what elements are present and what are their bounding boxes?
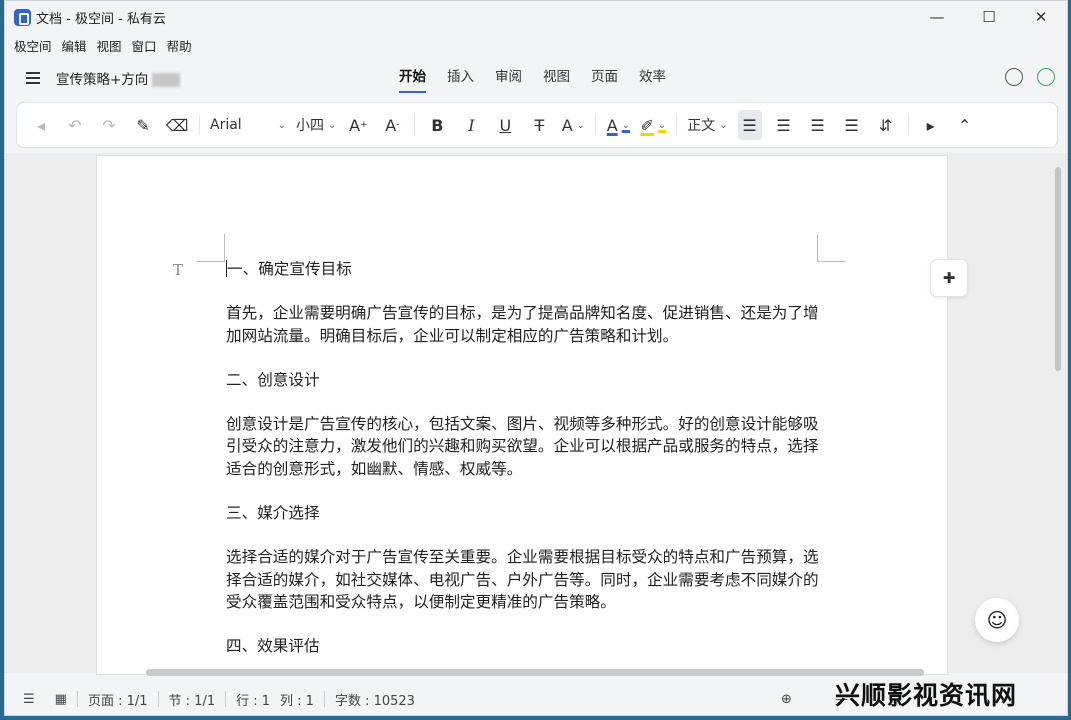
menu-item[interactable]: 极空间 — [14, 36, 52, 55]
redo-icon[interactable]: ↷ — [97, 110, 121, 140]
tab-efficiency[interactable]: 效率 — [639, 57, 666, 99]
vertical-scrollbar[interactable] — [1055, 167, 1061, 371]
align-left-icon[interactable]: ☰ — [737, 110, 762, 140]
document-canvas: T 一、确定宣传目标 首先，企业需要明确广告宣传的目标，是为了提高品牌知名度、促… — [5, 153, 1067, 676]
app-icon — [14, 8, 31, 26]
font-color-icon[interactable]: A ⌄ — [606, 110, 630, 140]
text-style-icon[interactable]: T — [173, 261, 183, 279]
heading-1: 一、确定宣传目标 — [227, 260, 352, 278]
menu-item[interactable]: 窗口 — [132, 36, 157, 55]
line-spacing-icon[interactable]: ⇵ — [874, 110, 898, 140]
font-family-select[interactable]: Arial ⌄ — [210, 110, 286, 140]
divider — [199, 115, 200, 135]
add-comment-icon[interactable]: ✚ — [930, 259, 968, 297]
column-indicator: 列 : 1 — [280, 693, 314, 709]
paragraph-style-select[interactable]: 正文 ⌄ — [687, 110, 727, 140]
tab-page[interactable]: 页面 — [591, 57, 618, 99]
format-painter-icon[interactable]: ✎ — [131, 110, 155, 140]
margin-marker — [197, 234, 225, 262]
chevron-down-icon: ⌄ — [277, 119, 286, 131]
minimize-button[interactable]: — — [911, 1, 963, 33]
align-center-icon[interactable]: ☰ — [772, 110, 796, 140]
redacted-text — [152, 73, 181, 87]
font-grow-icon[interactable]: A + — [346, 110, 370, 140]
tab-insert[interactable]: 插入 — [447, 57, 474, 99]
collapse-toolbar-icon[interactable]: ⌃ — [953, 110, 977, 140]
menu-item[interactable]: 编辑 — [62, 36, 87, 55]
title-bar: 文档 - 极空间 - 私有云 — ☐ ✕ — [5, 1, 1067, 33]
outline-icon[interactable]: ☰ — [23, 692, 35, 707]
heading-3: 三、媒介选择 — [226, 504, 320, 523]
font-shrink-icon[interactable]: A- — [380, 110, 404, 140]
maximize-button[interactable]: ☐ — [963, 1, 1015, 33]
assistant-icon[interactable] — [1005, 68, 1023, 86]
document-name[interactable]: 宣传策略+方向 — [56, 68, 181, 88]
divider — [595, 115, 597, 135]
word-count-icon[interactable]: ▦ — [55, 692, 67, 707]
menu-bar: 极空间 编辑 视图 窗口 帮助 — [5, 33, 1067, 57]
clear-format-icon[interactable]: ⌫ — [165, 110, 189, 140]
document-header: 宣传策略+方向 开始 插入 审阅 视图 页面 效率 — [5, 57, 1067, 99]
page-indicator: 页面 : 1/1 — [87, 693, 148, 709]
highlight-icon[interactable]: ✐ ⌄ — [640, 110, 666, 140]
ribbon-tabs: 开始 插入 审阅 视图 页面 效率 — [399, 57, 687, 99]
divider — [907, 115, 909, 135]
menu-icon[interactable] — [26, 72, 40, 84]
tab-start[interactable]: 开始 — [399, 57, 426, 99]
font-size-select[interactable]: 小四 ⌄ — [296, 110, 336, 140]
divider — [414, 115, 416, 135]
document-body[interactable]: 一、确定宣传目标 首先，企业需要明确广告宣传的目标，是为了提高品牌知名度、促进销… — [226, 258, 826, 680]
paragraph-2: 创意设计是广告宣传的核心，包括文案、图片、视频等多种形式。好的创意设计能够吸引受… — [226, 415, 819, 478]
globe-icon[interactable]: ⊕ — [781, 692, 792, 707]
scroll-right-icon[interactable]: ▸ — [919, 110, 943, 140]
watermark-text: 兴顺影视资讯网 — [835, 681, 1018, 710]
section-indicator: 节 : 1/1 — [168, 693, 216, 709]
document-page[interactable]: T 一、确定宣传目标 首先，企业需要明确广告宣传的目标，是为了提高品牌知名度、促… — [96, 155, 948, 675]
menu-item[interactable]: 视图 — [97, 36, 122, 55]
tab-view[interactable]: 视图 — [543, 57, 570, 99]
paragraph-1: 首先，企业需要明确广告宣传的目标，是为了提高品牌知名度、促进销售、还是为了增加网… — [226, 304, 819, 345]
menu-item[interactable]: 帮助 — [167, 36, 192, 55]
bold-icon[interactable]: B — [425, 110, 449, 140]
heading-2: 二、创意设计 — [226, 370, 320, 389]
window-title: 文档 - 极空间 - 私有云 — [36, 11, 166, 27]
chevron-down-icon: ⌄ — [719, 119, 728, 131]
heading-4: 四、效果评估 — [226, 637, 320, 656]
close-button[interactable]: ✕ — [1015, 1, 1067, 33]
format-toolbar: ◂ ↶ ↷ ✎ ⌫ Arial ⌄ 小四 ⌄ A + A- B I U T A ⌄ A ⌄… — [16, 102, 1058, 148]
row-indicator: 行 : 1 — [236, 693, 271, 709]
align-right-icon[interactable]: ☰ — [806, 110, 830, 140]
tab-review[interactable]: 审阅 — [495, 57, 522, 99]
paragraph-3: 选择合适的媒介对于广告宣传至关重要。企业需要根据目标受众的特点和广告预算，选择合… — [226, 548, 819, 611]
strikethrough-icon[interactable]: T — [527, 110, 551, 140]
sync-status-icon[interactable] — [1037, 68, 1055, 86]
app-window: 文档 - 极空间 - 私有云 — ☐ ✕ 极空间 编辑 视图 窗口 帮助 宣传策… — [4, 0, 1068, 716]
superscript-icon[interactable]: A ⌄ — [561, 110, 585, 140]
italic-icon[interactable]: I — [459, 110, 483, 140]
chevron-down-icon: ⌄ — [328, 119, 337, 131]
undo-icon[interactable]: ↶ — [63, 110, 87, 140]
word-count: 字数 : 10523 — [334, 693, 415, 709]
align-justify-icon[interactable]: ☰ — [840, 110, 864, 140]
ai-assistant-button[interactable]: ☺ — [975, 598, 1019, 642]
underline-icon[interactable]: U — [493, 110, 517, 140]
divider — [676, 115, 678, 135]
scroll-left-icon[interactable]: ◂ — [29, 110, 53, 140]
horizontal-scrollbar[interactable] — [146, 669, 924, 676]
